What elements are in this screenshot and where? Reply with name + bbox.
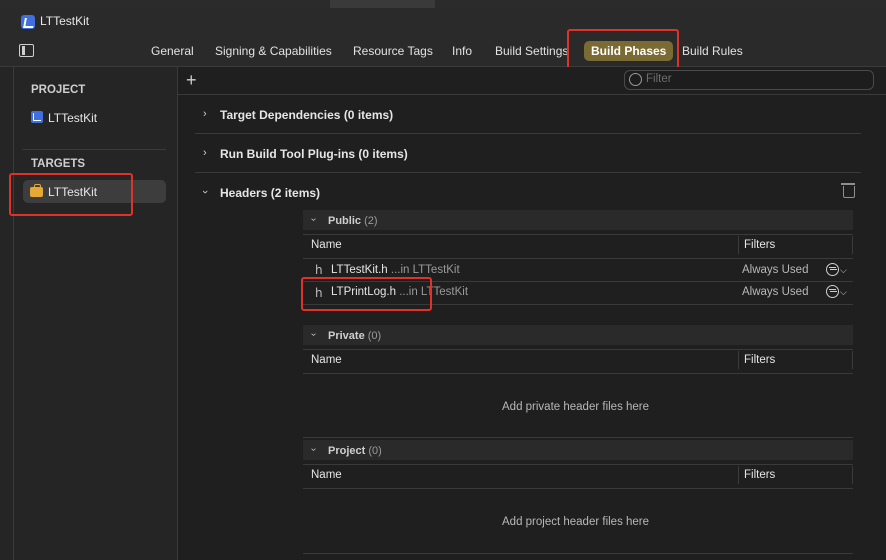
project-group-label: Project (0)	[328, 445, 382, 457]
filter-icon	[629, 73, 642, 86]
window-title: LTTestKit	[40, 14, 90, 28]
tab-resource-tags[interactable]: Resource Tags	[353, 43, 433, 59]
sidebar-item-project[interactable]: LTTestKit	[48, 111, 97, 125]
platform-filter-icon[interactable]	[826, 285, 839, 298]
chevron-right-icon[interactable]: ›	[203, 147, 207, 159]
table-divider	[303, 437, 853, 438]
column-separator	[738, 351, 739, 369]
filter-placeholder: Filter	[646, 73, 672, 85]
table-divider	[303, 488, 853, 489]
table-row[interactable]: LTTestKit.h ...in LTTestKit	[331, 264, 460, 276]
table-divider	[303, 464, 853, 465]
public-group-label: Public (2)	[328, 215, 378, 227]
highlight-box-target	[9, 173, 133, 216]
chevron-right-icon[interactable]: ›	[203, 108, 207, 120]
section-divider	[195, 172, 861, 173]
column-separator	[852, 351, 853, 369]
private-group-header	[303, 325, 853, 345]
header-file-icon: h	[315, 263, 323, 277]
project-group-header	[303, 440, 853, 460]
column-separator	[852, 236, 853, 254]
add-build-phase-button[interactable]: +	[186, 71, 197, 89]
column-separator	[738, 466, 739, 484]
chevron-down-icon[interactable]: ›	[199, 190, 211, 194]
chevron-down-icon[interactable]: ⌵	[840, 287, 847, 298]
tab-signing-capabilities[interactable]: Signing & Capabilities	[215, 43, 332, 59]
highlight-box-ltprintlog	[301, 277, 432, 311]
column-header-filters[interactable]: Filters	[744, 469, 775, 481]
table-divider	[303, 349, 853, 350]
platform-filter-icon[interactable]	[826, 263, 839, 276]
trash-icon[interactable]	[841, 183, 855, 198]
section-run-build-tool-plugins[interactable]: Run Build Tool Plug-ins (0 items)	[220, 147, 408, 161]
project-count: (0)	[368, 445, 382, 457]
chevron-down-icon[interactable]: ›	[308, 218, 319, 221]
project-navigator-sidebar	[0, 67, 178, 560]
project-empty-message: Add project header files here	[502, 516, 650, 528]
sidebar-toggle-icon[interactable]	[19, 44, 34, 57]
private-empty-message: Add private header files here	[502, 401, 650, 413]
column-separator	[738, 236, 739, 254]
column-header-name[interactable]: Name	[311, 469, 342, 481]
column-header-filters[interactable]: Filters	[744, 354, 775, 366]
tab-general[interactable]: General	[151, 43, 194, 59]
sidebar-separator	[22, 149, 166, 150]
private-group-label: Private (0)	[328, 330, 381, 342]
project-icon	[31, 111, 43, 123]
public-count: (2)	[364, 215, 378, 227]
chevron-down-icon[interactable]: ›	[308, 448, 319, 451]
chevron-down-icon[interactable]: ⌵	[840, 265, 847, 276]
section-headers[interactable]: Headers (2 items)	[220, 186, 320, 200]
column-header-name[interactable]: Name	[311, 354, 342, 366]
column-header-filters[interactable]: Filters	[744, 239, 775, 251]
column-header-name[interactable]: Name	[311, 239, 342, 251]
public-label: Public	[328, 215, 362, 227]
public-group-header	[303, 210, 853, 230]
title-bar	[0, 8, 886, 36]
filter-value: Always Used	[742, 286, 809, 298]
private-label: Private	[328, 330, 365, 342]
targets-heading: TARGETS	[31, 158, 86, 170]
toolbar-divider	[178, 94, 886, 95]
tab-info[interactable]: Info	[452, 43, 472, 59]
project-heading: PROJECT	[31, 84, 86, 96]
table-divider	[303, 553, 853, 554]
chevron-down-icon[interactable]: ›	[308, 333, 319, 336]
column-separator	[852, 466, 853, 484]
header-file-location: ...in LTTestKit	[390, 264, 460, 276]
filter-value: Always Used	[742, 264, 809, 276]
tab-build-rules[interactable]: Build Rules	[682, 43, 743, 59]
section-target-dependencies[interactable]: Target Dependencies (0 items)	[220, 108, 393, 122]
section-divider	[195, 133, 861, 134]
table-divider	[303, 234, 853, 235]
header-file-name: LTTestKit.h	[331, 264, 388, 276]
sidebar-divider	[13, 67, 14, 560]
table-divider	[303, 373, 853, 374]
editor-tab-bar	[0, 36, 886, 67]
tab-build-settings[interactable]: Build Settings	[495, 43, 568, 59]
project-icon	[21, 15, 35, 29]
private-count: (0)	[367, 330, 382, 342]
build-phases-editor	[178, 67, 886, 560]
table-divider	[303, 258, 853, 259]
tab-strip-segment	[330, 0, 435, 8]
project-label: Project	[328, 445, 366, 457]
window-top-strip	[0, 0, 886, 8]
